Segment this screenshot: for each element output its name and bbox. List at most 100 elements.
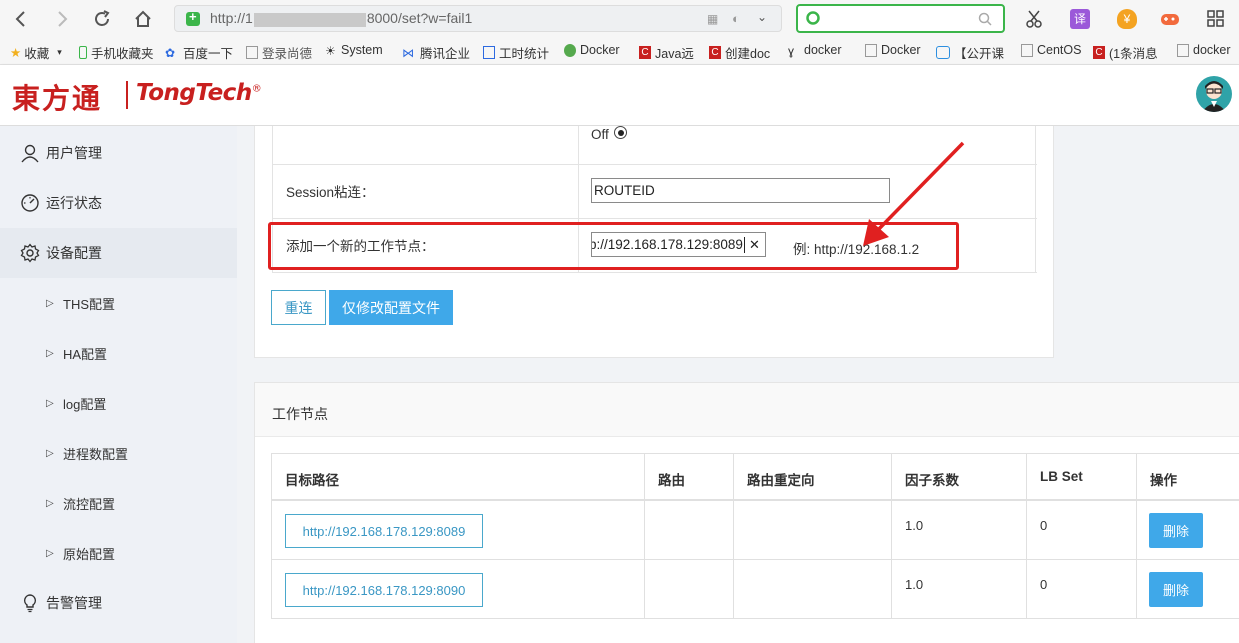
session-input[interactable]: ROUTEID	[591, 178, 890, 203]
address-bar[interactable]: http://18000/set?w=fail1 ▦ ◐ ⌄	[174, 5, 782, 32]
sidebar-item-status[interactable]: 运行状态	[0, 178, 237, 228]
lbset-cell: 0	[1040, 577, 1048, 592]
bookmark-item[interactable]: 【公开课	[936, 43, 1004, 62]
reconnect-button[interactable]: 重连	[271, 290, 326, 325]
bookmark-item[interactable]: docker	[1177, 43, 1231, 57]
bookmark-item[interactable]: ★ 收藏 ▾	[10, 43, 62, 62]
sheet-icon	[483, 46, 495, 59]
session-label: Session粘连：	[286, 185, 375, 200]
off-label: Off	[591, 127, 609, 142]
sidebar-sub-label: 原始配置	[63, 546, 116, 562]
avatar[interactable]	[1196, 76, 1232, 112]
caret-right-icon: ▷	[46, 547, 54, 559]
search-input[interactable]	[796, 4, 1005, 33]
back-icon[interactable]	[6, 4, 36, 34]
bookmark-item[interactable]: 工时统计	[483, 43, 549, 62]
app-header: 東方通 TongTech®	[0, 65, 1239, 126]
sidebar-sub-label: 流控配置	[63, 496, 116, 512]
bookmark-item[interactable]: ɣ docker	[788, 43, 842, 58]
scissors-icon[interactable]	[1025, 9, 1045, 29]
docker-site-icon	[564, 43, 576, 57]
bookmark-item[interactable]: C 创建doc	[709, 43, 770, 62]
bookmark-item[interactable]: Docker	[865, 43, 921, 57]
factor-cell: 1.0	[905, 518, 924, 533]
sidebar-item-label: 运行状态	[46, 195, 102, 211]
nodes-panel-header: 工作节点	[255, 383, 1239, 437]
delete-button[interactable]: 删除	[1149, 513, 1203, 548]
table-header: 目标路径 路由 路由重定向 因子系数 LB Set 操作	[271, 453, 1239, 501]
gear-icon	[20, 243, 40, 263]
wallet-icon[interactable]: ¥	[1117, 9, 1137, 29]
column-header: 路由	[658, 473, 685, 488]
page-icon	[1177, 43, 1189, 57]
forward-icon[interactable]	[47, 4, 77, 34]
caret-right-icon: ▷	[46, 397, 54, 409]
system-icon: ☀	[325, 43, 336, 58]
search-icon[interactable]	[978, 12, 992, 26]
search-engine-icon	[806, 11, 820, 25]
sidebar-sub-flow[interactable]: ▷ 流控配置	[0, 478, 237, 528]
browser-toolbar: http://18000/set?w=fail1 ▦ ◐ ⌄ 译 ¥	[0, 0, 1239, 38]
annotation-arrow	[863, 141, 965, 246]
sidebar-item-alerts[interactable]: 告警管理	[0, 578, 237, 628]
target-link[interactable]: http://192.168.178.129:8090	[285, 573, 483, 607]
off-radio[interactable]	[614, 126, 627, 139]
bookmark-item[interactable]: ⋈ 腾讯企业	[402, 43, 470, 62]
apps-grid-icon[interactable]	[1206, 9, 1226, 29]
sidebar-sub-label: log配置	[63, 396, 107, 412]
bookmark-item[interactable]: Docker	[564, 43, 620, 57]
reload-icon[interactable]	[87, 4, 117, 34]
grid-view-icon[interactable]: ▦	[707, 12, 718, 26]
delete-button[interactable]: 删除	[1149, 572, 1203, 607]
bookmark-item[interactable]: CentOS	[1021, 43, 1081, 57]
logo-en: TongTech®	[136, 80, 262, 106]
caret-right-icon: ▷	[46, 347, 54, 359]
column-header: LB Set	[1040, 469, 1083, 484]
nodes-panel: 工作节点 目标路径 路由 路由重定向 因子系数 LB Set 操作 http:/…	[254, 382, 1239, 643]
security-shield-icon	[186, 9, 200, 26]
sidebar-item-users[interactable]: 用户管理	[0, 128, 237, 178]
sidebar-sub-label: THS配置	[63, 296, 116, 312]
game-icon[interactable]	[1160, 9, 1180, 29]
column-header: 因子系数	[905, 473, 959, 488]
url-text: http://1 8000/set?w=fail1	[210, 10, 473, 27]
table-row: http://192.168.178.129:8090 1.0 0 删除	[271, 560, 1239, 619]
sidebar-sub-process[interactable]: ▷ 进程数配置	[0, 428, 237, 478]
column-header: 操作	[1150, 473, 1177, 488]
phone-icon	[79, 46, 87, 59]
page-icon	[1021, 43, 1033, 57]
caret-right-icon: ▷	[46, 297, 54, 309]
sidebar-sub-raw[interactable]: ▷ 原始配置	[0, 528, 237, 578]
tencent-icon: ⋈	[402, 46, 414, 60]
bookmark-item[interactable]: C (1条消息	[1093, 43, 1158, 62]
home-icon[interactable]	[128, 4, 158, 34]
sidebar-sub-label: 进程数配置	[63, 446, 129, 462]
bookmark-item[interactable]: ✿ 百度一下	[165, 43, 233, 62]
sidebar-item-label: 告警管理	[46, 595, 102, 611]
user-icon	[21, 144, 39, 163]
bilibili-icon	[936, 46, 950, 59]
table-row: http://192.168.178.129:8089 1.0 0 删除	[271, 501, 1239, 560]
modify-config-button[interactable]: 仅修改配置文件	[329, 290, 453, 325]
caret-right-icon: ▷	[46, 497, 54, 509]
sidebar-item-device-config[interactable]: 设备配置	[0, 228, 237, 278]
column-header: 路由重定向	[747, 473, 815, 488]
translate-icon[interactable]: 译	[1070, 9, 1090, 29]
sidebar-sub-ths[interactable]: ▷ THS配置	[0, 278, 237, 328]
bookmark-item[interactable]: ☀ System	[325, 43, 383, 58]
bookmark-item[interactable]: C Java远	[639, 43, 694, 62]
logo-separator	[126, 81, 128, 109]
target-link[interactable]: http://192.168.178.129:8089	[285, 514, 483, 548]
sidebar-sub-ha[interactable]: ▷ HA配置	[0, 328, 237, 378]
compat-mode-icon[interactable]: ◐	[732, 11, 740, 26]
sidebar-item-label: 用户管理	[46, 145, 102, 161]
chevron-down-icon[interactable]: ⌄	[757, 10, 767, 24]
csdn-icon: C	[639, 46, 651, 59]
bulb-icon	[23, 594, 37, 613]
factor-cell: 1.0	[905, 577, 924, 592]
sidebar-sub-log[interactable]: ▷ log配置	[0, 378, 237, 428]
logo-cn: 東方通	[12, 82, 103, 115]
page-icon	[246, 46, 258, 59]
bookmark-item[interactable]: 登录尚德	[246, 43, 312, 62]
bookmark-item[interactable]: 手机收藏夹	[79, 43, 154, 62]
